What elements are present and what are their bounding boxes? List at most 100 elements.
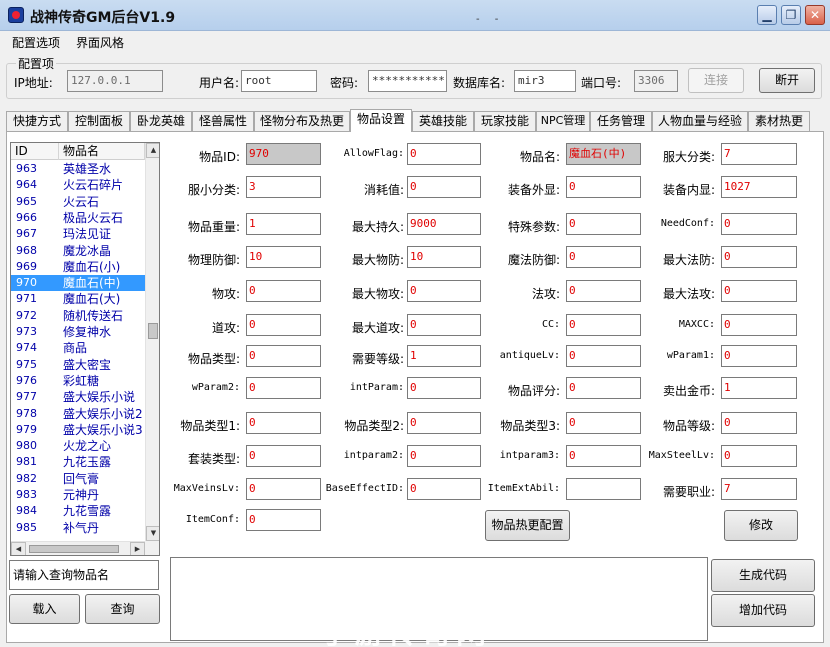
field-input[interactable]: 0: [246, 412, 321, 434]
field-input[interactable]: 0: [721, 445, 797, 467]
field-input[interactable]: 0: [407, 445, 481, 467]
scroll-up-icon[interactable]: ▲: [146, 143, 159, 158]
list-header-id[interactable]: ID: [11, 143, 59, 160]
field-input[interactable]: 0: [246, 509, 321, 531]
tab-hero-skills[interactable]: 英雄技能: [412, 111, 474, 131]
close-button[interactable]: ✕: [805, 5, 825, 25]
field-input[interactable]: 0: [566, 280, 641, 302]
list-item[interactable]: 982 回气膏: [11, 471, 145, 487]
disconnect-button[interactable]: 断开: [759, 68, 815, 93]
field-input[interactable]: 0: [407, 377, 481, 399]
hscroll-thumb[interactable]: [29, 545, 119, 553]
field-input[interactable]: 10: [407, 246, 481, 268]
port-input[interactable]: 3306: [634, 70, 678, 92]
connect-button[interactable]: 连接: [688, 68, 744, 93]
tab-hp-exp[interactable]: 人物血量与经验: [652, 111, 748, 131]
field-input[interactable]: 0: [566, 377, 641, 399]
field-input[interactable]: 0: [407, 478, 481, 500]
field-input[interactable]: 0: [246, 377, 321, 399]
password-input[interactable]: ***********: [368, 70, 447, 92]
menu-config-options[interactable]: 配置选项: [12, 34, 60, 51]
list-item[interactable]: 981 九花玉露: [11, 454, 145, 470]
field-input[interactable]: 3: [246, 176, 321, 198]
tab-shortcuts[interactable]: 快捷方式: [6, 111, 68, 131]
menu-ui-style[interactable]: 界面风格: [76, 34, 124, 51]
modify-button[interactable]: 修改: [724, 510, 798, 541]
field-input[interactable]: 0: [407, 143, 481, 165]
list-item[interactable]: 973 修复神水: [11, 324, 145, 340]
load-button[interactable]: 载入: [9, 594, 80, 624]
list-header-name[interactable]: 物品名: [59, 143, 145, 160]
field-input[interactable]: 1: [246, 213, 321, 235]
field-input[interactable]: 0: [566, 345, 641, 367]
list-horizontal-scrollbar[interactable]: ◀ ▶: [11, 541, 145, 555]
field-input[interactable]: 9000: [407, 213, 481, 235]
field-input[interactable]: 1027: [721, 176, 797, 198]
item-list[interactable]: ID 物品名 963 英雄圣水 964 火云石碎片 965 火云石 966 极品火云石 967 玛…: [10, 142, 160, 556]
scroll-left-icon[interactable]: ◀: [11, 542, 26, 555]
scroll-right-icon[interactable]: ▶: [130, 542, 145, 555]
tab-npc-management[interactable]: NPC管理: [536, 111, 590, 131]
field-input[interactable]: 0: [721, 345, 797, 367]
field-input[interactable]: 1: [721, 377, 797, 399]
field-input[interactable]: 0: [566, 412, 641, 434]
list-item[interactable]: 977 盛大娱乐小说: [11, 389, 145, 405]
field-input[interactable]: 0: [721, 213, 797, 235]
field-input[interactable]: 0: [721, 246, 797, 268]
field-input[interactable]: 7: [721, 478, 797, 500]
list-item[interactable]: 976 彩虹糖: [11, 373, 145, 389]
field-input[interactable]: 0: [566, 445, 641, 467]
field-input[interactable]: 1: [407, 345, 481, 367]
list-item[interactable]: 984 九花雪露: [11, 503, 145, 519]
list-item[interactable]: 979 盛大娱乐小说3: [11, 422, 145, 438]
minimize-button[interactable]: ▁: [757, 5, 777, 25]
field-input[interactable]: 魔血石(中): [566, 143, 641, 165]
field-input[interactable]: 0: [566, 213, 641, 235]
tab-player-skills[interactable]: 玩家技能: [474, 111, 536, 131]
field-input[interactable]: 0: [246, 478, 321, 500]
field-input[interactable]: 0: [407, 314, 481, 336]
field-input[interactable]: 0: [246, 314, 321, 336]
ip-input[interactable]: 127.0.0.1: [67, 70, 163, 92]
tab-wolong-hero[interactable]: 卧龙英雄: [130, 111, 192, 131]
list-item[interactable]: 969 魔血石(小): [11, 259, 145, 275]
item-search-input[interactable]: 请输入查询物品名: [9, 560, 159, 590]
field-input[interactable]: 0: [246, 280, 321, 302]
list-item[interactable]: 963 英雄圣水: [11, 161, 145, 177]
field-input[interactable]: 0: [246, 445, 321, 467]
tab-monster-attrs[interactable]: 怪兽属性: [192, 111, 254, 131]
tab-item-settings[interactable]: 物品设置: [350, 109, 412, 132]
scroll-down-icon[interactable]: ▼: [146, 526, 159, 541]
field-input[interactable]: 0: [721, 314, 797, 336]
list-item[interactable]: 968 魔龙冰晶: [11, 243, 145, 259]
scroll-thumb[interactable]: [148, 323, 158, 339]
tab-control-panel[interactable]: 控制面板: [68, 111, 130, 131]
list-item[interactable]: 980 火龙之心: [11, 438, 145, 454]
field-input[interactable]: 0: [721, 280, 797, 302]
item-hotupdate-config-button[interactable]: 物品热更配置: [485, 510, 570, 541]
field-input[interactable]: 0: [721, 412, 797, 434]
list-item[interactable]: 966 极品火云石: [11, 210, 145, 226]
tab-task-management[interactable]: 任务管理: [590, 111, 652, 131]
field-input[interactable]: [566, 478, 641, 500]
field-input[interactable]: 0: [566, 176, 641, 198]
field-input[interactable]: 0: [407, 412, 481, 434]
user-input[interactable]: root: [241, 70, 317, 92]
field-input[interactable]: 0: [407, 176, 481, 198]
list-item[interactable]: 985 补气丹: [11, 520, 145, 536]
database-input[interactable]: mir3: [514, 70, 576, 92]
list-item[interactable]: 971 魔血石(大): [11, 291, 145, 307]
field-input[interactable]: 0: [407, 280, 481, 302]
list-item[interactable]: 970 魔血石(中): [11, 275, 145, 292]
field-input[interactable]: 0: [566, 314, 641, 336]
field-input[interactable]: 0: [566, 246, 641, 268]
query-button[interactable]: 查询: [85, 594, 160, 624]
generate-code-button[interactable]: 生成代码: [711, 559, 815, 592]
list-item[interactable]: 967 玛法见证: [11, 226, 145, 242]
tab-monster-distribution[interactable]: 怪物分布及热更: [254, 111, 350, 131]
list-item[interactable]: 964 火云石碎片: [11, 177, 145, 193]
field-input[interactable]: 10: [246, 246, 321, 268]
add-code-button[interactable]: 增加代码: [711, 594, 815, 627]
list-vertical-scrollbar[interactable]: ▲ ▼: [145, 143, 159, 541]
maximize-button[interactable]: ❐: [781, 5, 801, 25]
